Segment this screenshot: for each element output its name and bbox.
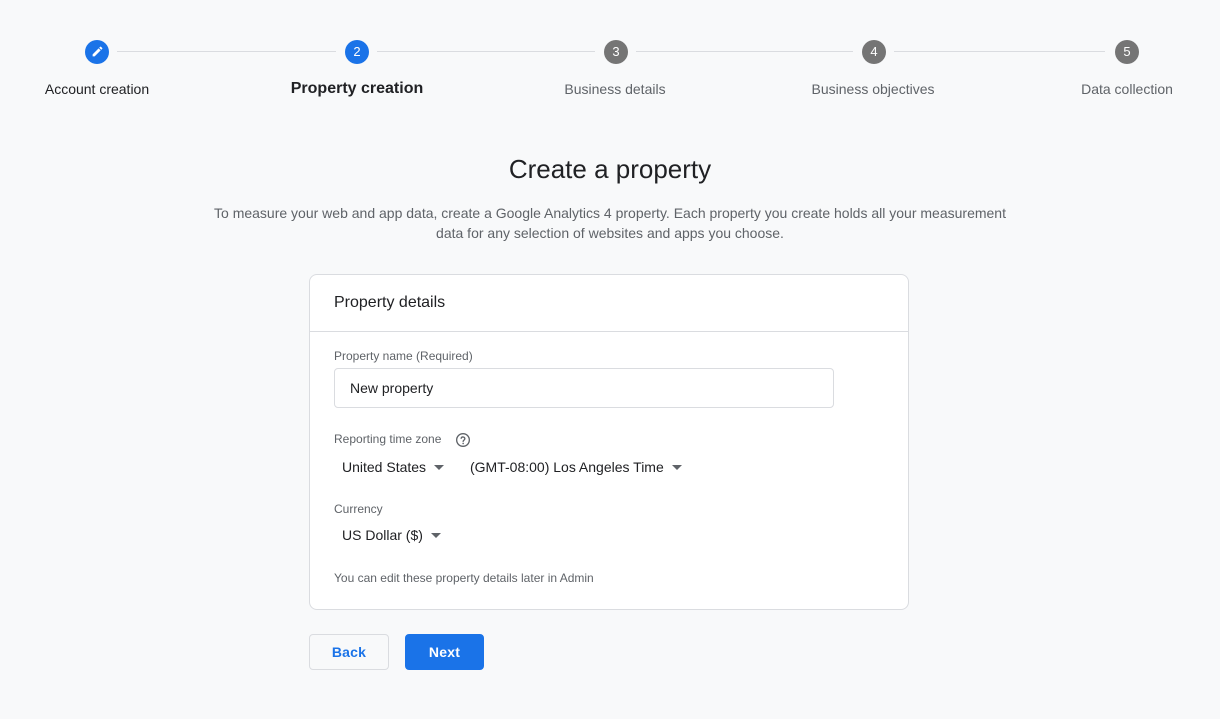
stepper-connector <box>636 51 853 52</box>
page-title: Create a property <box>508 154 712 184</box>
step-2-label: Property creation <box>290 80 424 97</box>
card-title: Property details <box>310 275 908 332</box>
stepper-connector <box>117 51 336 52</box>
progress-stepper: 2 3 4 5 Account creation Property creati… <box>0 0 1220 110</box>
property-name-input[interactable] <box>334 368 834 408</box>
edit-pencil-icon <box>92 46 102 57</box>
page-description: To measure your web and app data, create… <box>214 205 1006 241</box>
step-2-circle: 2 <box>345 40 369 64</box>
step-3-label: Business details <box>564 81 666 97</box>
step-4-label: Business objectives <box>811 81 935 97</box>
dropdown-arrow-icon <box>434 464 445 470</box>
step-5-circle: 5 <box>1115 40 1139 64</box>
timezone-label: Reporting time zone <box>334 432 442 446</box>
next-button[interactable]: Next <box>405 634 484 670</box>
dropdown-arrow-icon <box>430 532 441 538</box>
step-1-label[interactable]: Account creation <box>45 81 149 97</box>
step-4-circle: 4 <box>862 40 886 64</box>
currency-select-value: US Dollar ($) <box>342 527 423 543</box>
stepper-connector <box>377 51 595 52</box>
step-1-circle[interactable] <box>85 40 109 64</box>
back-button[interactable]: Back <box>309 634 389 670</box>
property-details-card: Property details Property name (Required… <box>309 274 909 610</box>
currency-select[interactable]: US Dollar ($) <box>342 527 441 543</box>
step-5-label: Data collection <box>1081 81 1173 97</box>
country-select-value: United States <box>342 459 427 475</box>
dropdown-arrow-icon <box>671 464 682 470</box>
help-circle-icon[interactable] <box>455 432 471 448</box>
country-select[interactable]: United States <box>342 459 445 475</box>
edit-later-hint: You can edit these property details late… <box>334 571 594 585</box>
property-name-label: Property name (Required) <box>334 349 473 363</box>
timezone-select[interactable]: (GMT-08:00) Los Angeles Time <box>470 459 682 475</box>
stepper-connector <box>894 51 1105 52</box>
timezone-select-value: (GMT-08:00) Los Angeles Time <box>470 459 664 475</box>
step-3-circle: 3 <box>604 40 628 64</box>
currency-label: Currency <box>334 502 383 516</box>
